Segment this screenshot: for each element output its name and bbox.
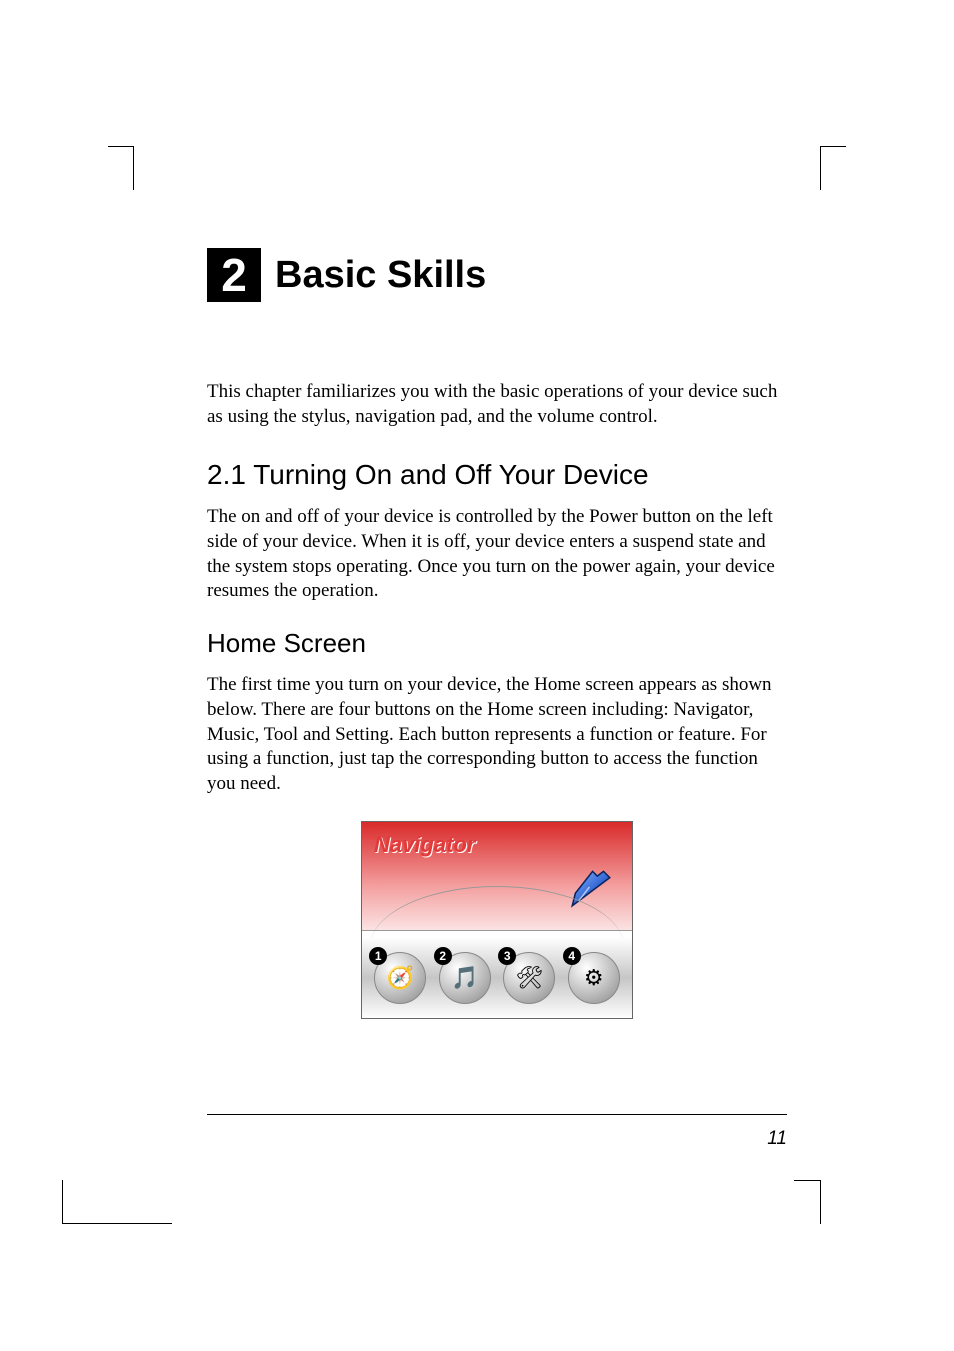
crop-mark (820, 146, 846, 147)
tool-icon: 🛠 (515, 965, 543, 991)
home-button-setting[interactable]: 4 ⚙ (568, 952, 620, 1004)
callout-badge-3: 3 (498, 947, 516, 965)
gear-icon: ⚙ (584, 965, 604, 991)
chapter-title: Basic Skills (275, 254, 486, 297)
chapter-header: 2 Basic Skills (207, 248, 787, 302)
home-button-navigator[interactable]: 1 🧭 (374, 952, 426, 1004)
compass-icon: 🧭 (387, 965, 414, 991)
crop-mark (820, 146, 821, 190)
crop-mark (794, 1180, 820, 1181)
music-icon: 🎵 (451, 965, 478, 991)
navigator-label: Navigator (374, 832, 475, 858)
home-button-tool[interactable]: 3 🛠 (503, 952, 555, 1004)
callout-badge-4: 4 (563, 947, 581, 965)
crop-mark (62, 1180, 63, 1224)
chapter-number-box: 2 (207, 248, 261, 302)
section-heading: 2.1 Turning On and Off Your Device (207, 459, 787, 491)
crop-mark (108, 146, 134, 147)
screenshot-button-row: 1 🧭 2 🎵 3 🛠 4 ⚙ (362, 938, 632, 1018)
page-number: 11 (767, 1128, 787, 1150)
callout-badge-1: 1 (369, 947, 387, 965)
page: 2 Basic Skills This chapter familiarizes… (0, 0, 954, 1351)
crop-mark (62, 1223, 172, 1224)
home-screen-screenshot: Navigator 1 🧭 (361, 821, 633, 1019)
section-body: The on and off of your device is control… (207, 505, 787, 604)
crop-mark (133, 146, 134, 190)
chapter-intro: This chapter familiarizes you with the b… (207, 380, 787, 429)
subsection-heading: Home Screen (207, 628, 787, 659)
callout-badge-2: 2 (434, 947, 452, 965)
footer-rule (207, 1114, 787, 1115)
subsection-body: The first time you turn on your device, … (207, 673, 787, 796)
content-column: 2 Basic Skills This chapter familiarizes… (207, 248, 787, 1019)
screenshot-header-panel: Navigator (362, 822, 632, 931)
home-button-music[interactable]: 2 🎵 (439, 952, 491, 1004)
crop-mark (820, 1180, 821, 1224)
